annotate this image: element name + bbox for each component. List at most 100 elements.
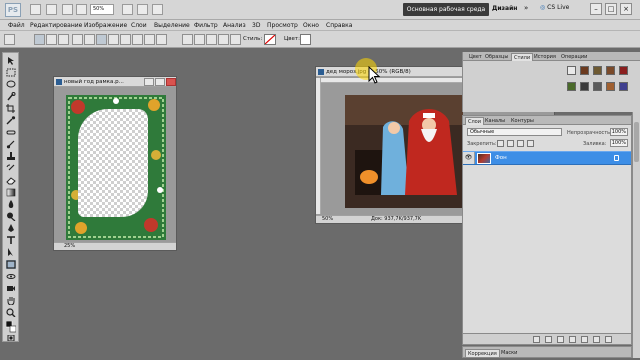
doc-minimize-button[interactable] — [144, 78, 154, 86]
3d-camera-tool-icon[interactable] — [6, 284, 16, 293]
arrange-documents-icon[interactable] — [137, 4, 148, 15]
menu-filter[interactable]: Фильтр — [194, 21, 218, 30]
line-icon[interactable] — [144, 34, 155, 45]
menu-layers[interactable]: Слои — [131, 21, 147, 30]
zoom-indicator[interactable]: 50% — [322, 216, 333, 223]
workspace-design-link[interactable]: Дизайн — [492, 5, 517, 12]
maximize-button[interactable]: □ — [605, 3, 617, 15]
3d-rotate-tool-icon[interactable] — [6, 272, 16, 281]
tab-paths[interactable]: Контуры — [509, 117, 536, 125]
tab-swatches[interactable]: Образцы — [483, 53, 510, 61]
adjustment-layer-icon[interactable] — [569, 336, 576, 343]
quick-selection-tool-icon[interactable] — [6, 92, 16, 101]
exclude-shape-icon[interactable] — [230, 34, 241, 45]
close-app-button[interactable]: × — [620, 3, 632, 15]
blend-mode-select[interactable]: Обычные — [467, 128, 562, 136]
history-brush-tool-icon[interactable] — [6, 164, 16, 173]
panel-scrollbar[interactable] — [632, 112, 640, 358]
path-selection-tool-icon[interactable] — [6, 248, 16, 257]
style-swatch[interactable] — [580, 66, 589, 75]
freeform-pen-icon[interactable] — [84, 34, 95, 45]
tab-channels[interactable]: Каналы — [483, 117, 507, 125]
menu-analysis[interactable]: Анализ — [223, 21, 246, 30]
zoom-level-select[interactable]: 50% — [90, 4, 114, 15]
canvas-frame-image[interactable] — [66, 95, 166, 240]
style-swatch[interactable] — [593, 82, 602, 91]
zoom-tool-icon[interactable] — [6, 308, 16, 317]
new-shape-layer-icon[interactable] — [182, 34, 193, 45]
lock-all-icon[interactable] — [527, 140, 534, 147]
new-layer-icon[interactable] — [593, 336, 600, 343]
ellipse-icon[interactable] — [120, 34, 131, 45]
tab-adjustments[interactable]: Коррекция — [465, 349, 500, 357]
tab-styles[interactable]: Стили — [511, 53, 534, 61]
tab-layers[interactable]: Слои — [465, 117, 484, 125]
eyedropper-tool-icon[interactable] — [6, 116, 16, 125]
menu-select[interactable]: Выделение — [154, 21, 190, 30]
doc-close-button[interactable] — [166, 78, 176, 86]
trash-icon[interactable] — [605, 336, 612, 343]
bridge-icon[interactable] — [30, 4, 41, 15]
move-tool-icon[interactable] — [6, 56, 16, 65]
screen-mode-icon[interactable] — [152, 4, 163, 15]
polygon-icon[interactable] — [132, 34, 143, 45]
custom-shape-icon[interactable] — [156, 34, 167, 45]
color-swatches-icon[interactable] — [6, 321, 16, 333]
tab-masks[interactable]: Маски — [499, 349, 519, 357]
opacity-field[interactable]: 100% — [610, 128, 628, 136]
hand-tool-icon[interactable] — [6, 296, 16, 305]
add-mask-icon[interactable] — [557, 336, 564, 343]
quick-mask-icon[interactable] — [6, 335, 16, 341]
tool-preset-icon[interactable] — [4, 34, 15, 45]
add-to-shape-icon[interactable] — [194, 34, 205, 45]
color-swatch[interactable] — [300, 34, 311, 45]
chevron-double-right-icon[interactable]: » — [524, 4, 528, 12]
brush-tool-icon[interactable] — [6, 140, 16, 149]
menu-help[interactable]: Справка — [326, 21, 352, 30]
menu-view[interactable]: Просмотр — [267, 21, 298, 30]
menu-3d[interactable]: 3D — [252, 21, 260, 30]
layer-style-icon[interactable] — [545, 336, 552, 343]
tab-actions[interactable]: Операции — [559, 53, 589, 61]
rounded-rectangle-icon[interactable] — [108, 34, 119, 45]
pen-tool-icon[interactable] — [6, 224, 16, 233]
doc-maximize-button[interactable] — [155, 78, 165, 86]
eraser-tool-icon[interactable] — [6, 176, 16, 185]
new-group-icon[interactable] — [581, 336, 588, 343]
intersect-shape-icon[interactable] — [218, 34, 229, 45]
type-tool-icon[interactable] — [6, 236, 16, 245]
fill-field[interactable]: 100% — [610, 139, 628, 147]
tab-color[interactable]: Цвет — [467, 53, 484, 61]
document-window-frame[interactable]: новый год рамка.p... 25% — [53, 76, 177, 251]
style-swatch[interactable] — [567, 66, 576, 75]
marquee-tool-icon[interactable] — [6, 68, 16, 77]
rectangle-shape-icon[interactable] — [96, 34, 107, 45]
mini-bridge-icon[interactable] — [46, 4, 57, 15]
style-swatch[interactable] — [580, 82, 589, 91]
dodge-tool-icon[interactable] — [6, 212, 16, 221]
paths-icon[interactable] — [46, 34, 57, 45]
clone-stamp-tool-icon[interactable] — [6, 152, 16, 161]
canvas-photo-image[interactable] — [345, 95, 463, 208]
rectangle-tool-icon[interactable] — [6, 260, 16, 269]
tab-history[interactable]: История — [532, 53, 558, 61]
lock-pixels-icon[interactable] — [507, 140, 514, 147]
view-extras-icon[interactable] — [122, 4, 133, 15]
lock-transparency-icon[interactable] — [497, 140, 504, 147]
fill-pixels-icon[interactable] — [58, 34, 69, 45]
lock-position-icon[interactable] — [517, 140, 524, 147]
style-swatch[interactable] — [606, 66, 615, 75]
gradient-tool-icon[interactable] — [6, 188, 16, 197]
subtract-shape-icon[interactable] — [206, 34, 217, 45]
style-picker[interactable] — [264, 34, 276, 45]
menu-file[interactable]: Файл — [8, 21, 25, 30]
menu-edit[interactable]: Редактирование — [30, 21, 82, 30]
pen-icon[interactable] — [72, 34, 83, 45]
cs-live-button[interactable]: ◎ CS Live — [540, 4, 569, 11]
hand-tool-icon[interactable] — [62, 4, 73, 15]
workspace-essentials-button[interactable]: Основная рабочая среда — [403, 3, 489, 16]
link-layers-icon[interactable] — [533, 336, 540, 343]
minimize-button[interactable]: – — [590, 3, 602, 15]
style-swatch[interactable] — [619, 82, 628, 91]
style-swatch[interactable] — [606, 82, 615, 91]
